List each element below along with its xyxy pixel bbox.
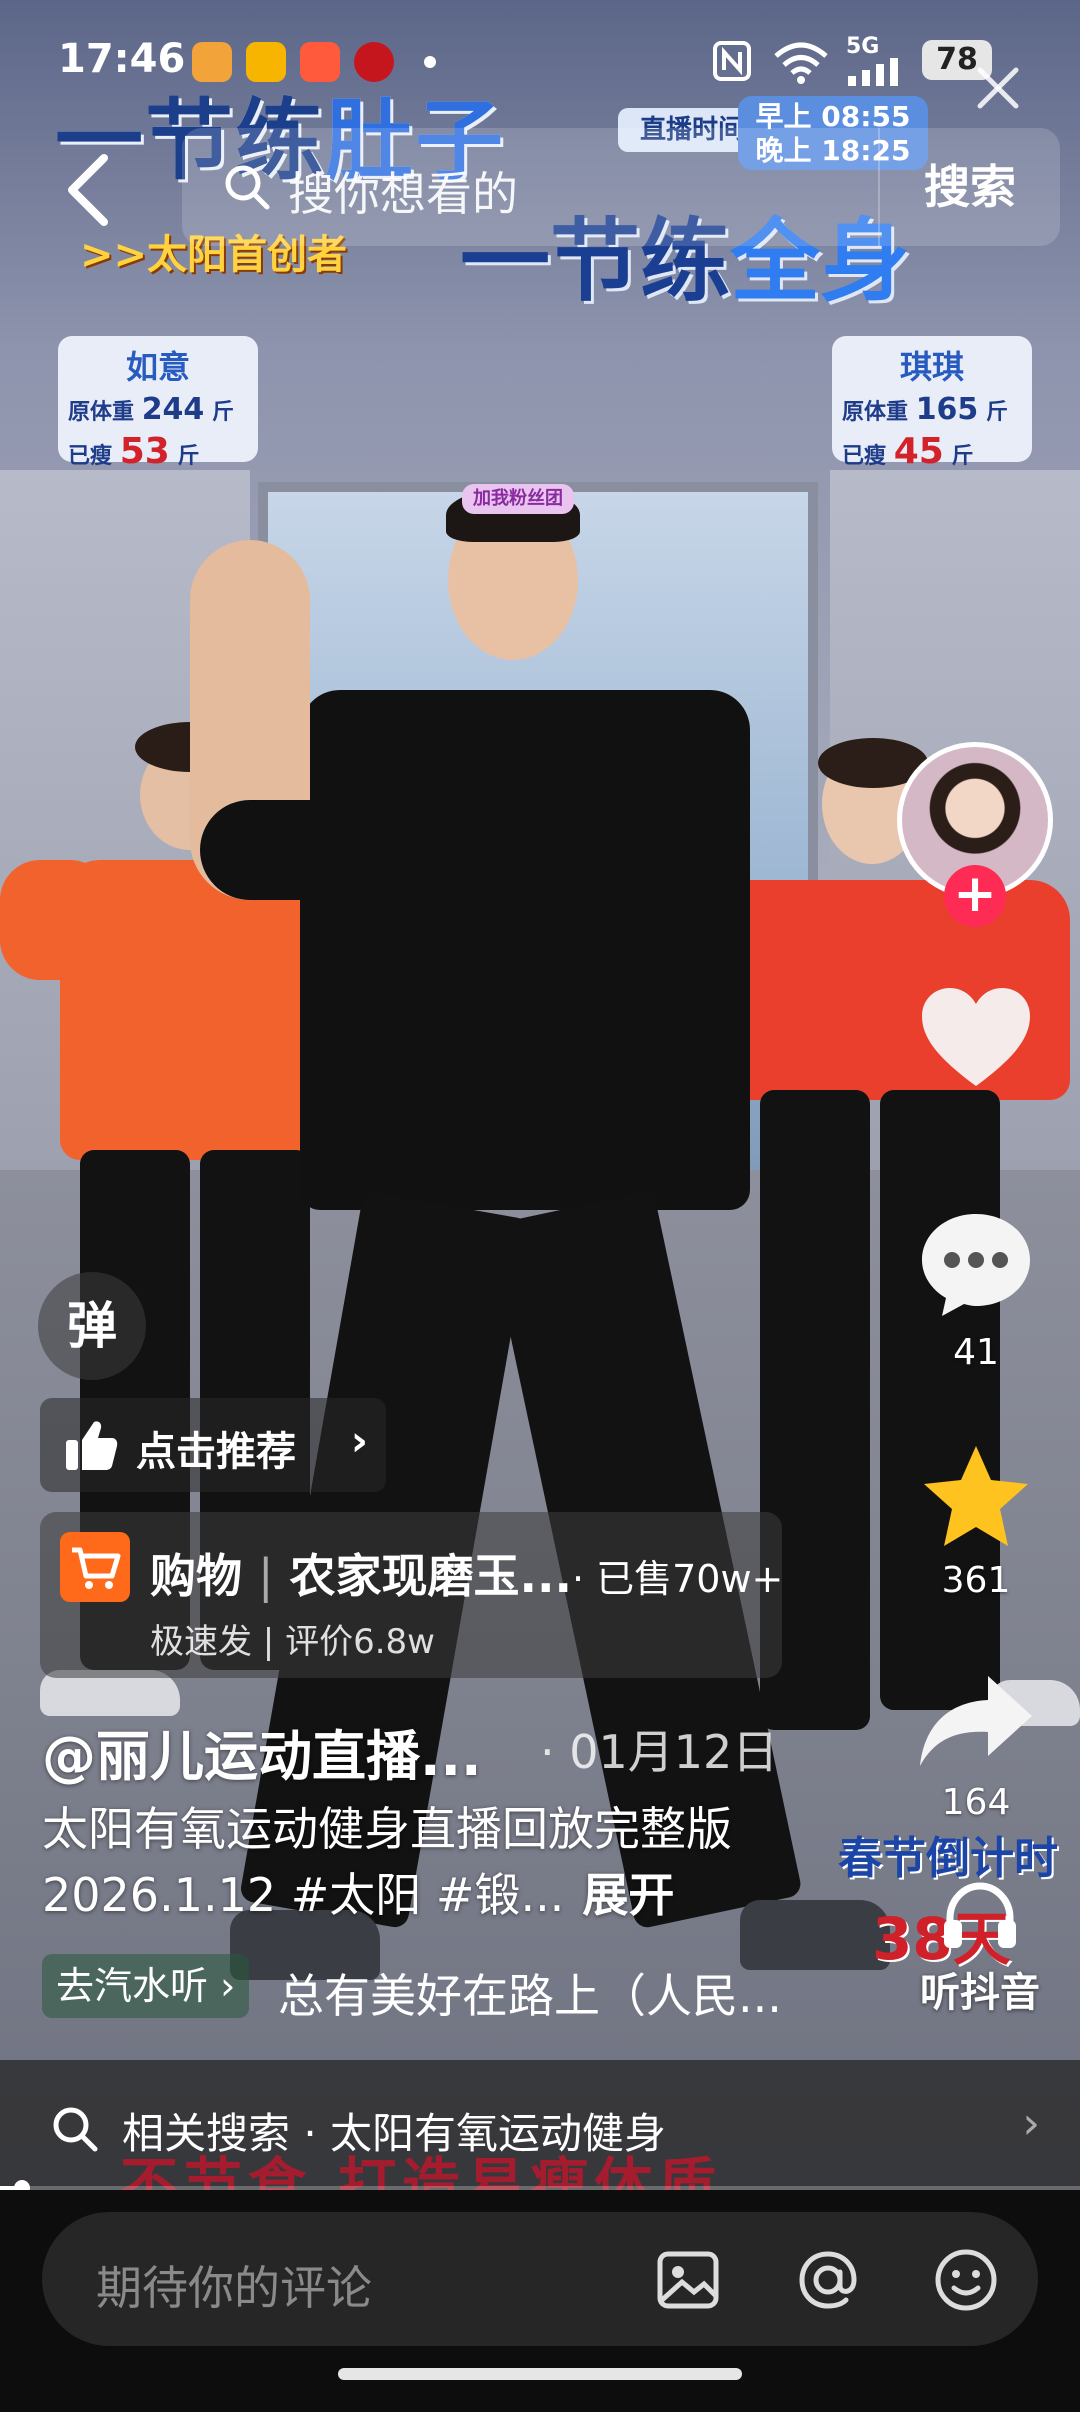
search-button[interactable]: 搜索 xyxy=(878,128,1060,246)
share-count: 164 xyxy=(941,1782,1011,1823)
stat-card-name: 如意 xyxy=(125,348,190,386)
recommend-label: 点击推荐 xyxy=(136,1429,296,1475)
shop-sold-count: · 已售70w+ xyxy=(571,1557,784,1601)
status-time: 17:46 xyxy=(58,36,186,82)
shop-product-card[interactable]: 购物 | 农家现磨玉...· 已售70w+ 极速发 | 评价6.8w xyxy=(40,1512,783,1678)
music-title: 总有美好在路上（人民... xyxy=(278,1969,782,2023)
comment-placeholder: 期待你的评论 xyxy=(96,2261,372,2315)
fan-club-tag: 加我粉丝团 xyxy=(462,484,574,514)
chevron-right-icon: › xyxy=(1022,2098,1040,2149)
comment-area: 期待你的评论 xyxy=(0,2190,1080,2412)
recommend-button[interactable]: 点击推荐 › xyxy=(40,1398,386,1492)
store-app-icon xyxy=(300,42,340,82)
stat-card-lost-row: 已瘦 53 斤 xyxy=(68,431,248,472)
stat-orig-label: 原体重 xyxy=(68,400,135,425)
wallet-app-icon xyxy=(192,42,232,82)
stat-lost-label: 已瘦 xyxy=(842,444,887,469)
emoji-icon[interactable] xyxy=(926,2240,1006,2320)
danmu-toggle-button[interactable]: 弹 xyxy=(38,1272,146,1380)
follow-button[interactable]: + xyxy=(944,865,1006,927)
stat-card-orig-row: 原体重 244 斤 xyxy=(68,392,248,427)
shop-divider: | xyxy=(258,1549,274,1603)
more-dot-icon xyxy=(424,56,436,68)
stat-unit: 斤 xyxy=(985,400,1008,425)
headphones-icon xyxy=(944,1882,1016,1948)
shop-product-title: 农家现磨玉... xyxy=(289,1549,572,1603)
stat-unit: 斤 xyxy=(211,400,234,425)
thumbs-up-icon xyxy=(66,1421,118,1470)
stat-unit: 斤 xyxy=(177,444,200,469)
chevron-right-icon: › xyxy=(350,1416,368,1465)
stat-orig-value: 244 xyxy=(141,392,205,427)
share-arrow-icon[interactable] xyxy=(916,1672,1036,1772)
shop-category: 购物 xyxy=(150,1549,242,1603)
search-bar[interactable]: 搜你想看的 搜索 xyxy=(182,128,1060,246)
at-mention-icon[interactable] xyxy=(788,2240,868,2320)
stat-card-qiqi: 琪琪 原体重 165 斤 已瘦 45 斤 xyxy=(832,336,1032,472)
stat-unit: 斤 xyxy=(951,444,974,469)
stat-lost-label: 已瘦 xyxy=(68,444,113,469)
comment-icon[interactable] xyxy=(918,1210,1034,1320)
stat-card-ruyi: 如意 原体重 244 斤 已瘦 53 斤 xyxy=(58,336,258,472)
favorite-star-icon[interactable] xyxy=(918,1442,1034,1554)
listen-douyin-label: 听抖音 xyxy=(920,1970,1040,2016)
back-arrow-icon[interactable] xyxy=(60,150,120,230)
comment-input[interactable]: 期待你的评论 xyxy=(42,2212,1038,2346)
home-indicator[interactable] xyxy=(338,2368,742,2380)
listen-douyin-button[interactable]: 听抖音 xyxy=(900,1880,1060,2018)
close-icon[interactable] xyxy=(972,62,1024,114)
expand-button[interactable]: 展开 xyxy=(582,1868,674,1922)
search-icon xyxy=(225,165,270,210)
image-icon[interactable] xyxy=(648,2240,728,2320)
stat-card-lost-row: 已瘦 45 斤 xyxy=(842,431,1022,472)
stat-lost-value: 45 xyxy=(893,431,944,472)
news-app-icon xyxy=(354,42,394,82)
signal-icon xyxy=(848,58,898,86)
search-input[interactable]: 搜你想看的 xyxy=(288,158,518,224)
nfc-icon xyxy=(713,41,751,81)
stat-orig-value: 165 xyxy=(915,392,979,427)
search-icon xyxy=(53,2107,98,2152)
wifi-icon xyxy=(774,42,828,84)
favorite-count: 361 xyxy=(941,1560,1011,1601)
author-name[interactable]: @丽儿运动直播... xyxy=(42,1712,482,1791)
stat-orig-label: 原体重 xyxy=(842,400,909,425)
shop-subtitle: 极速发 | 评价6.8w xyxy=(150,1622,435,1662)
comment-count: 41 xyxy=(953,1332,999,1373)
status-bar: 17:46 5G 78 xyxy=(0,0,1080,110)
post-date: · 01月12日 xyxy=(540,1725,779,1779)
stat-card-name: 琪琪 xyxy=(899,348,964,386)
like-heart-icon[interactable] xyxy=(918,986,1034,1090)
stat-card-orig-row: 原体重 165 斤 xyxy=(842,392,1022,427)
shopping-cart-icon xyxy=(60,1532,130,1602)
video-app-icon xyxy=(246,42,286,82)
shop-title-row: 购物 | 农家现磨玉...· 已售70w+ xyxy=(150,1540,783,1606)
video-description: 太阳有氧运动健身直播回放完整版2026.1.12 #太阳 #锻... 展开 xyxy=(42,1796,782,1928)
stat-lost-value: 53 xyxy=(119,431,170,472)
countdown-label: 春节倒计时 xyxy=(838,1833,1058,1884)
qishui-music-tag[interactable]: 去汽水听 › xyxy=(42,1954,250,2018)
